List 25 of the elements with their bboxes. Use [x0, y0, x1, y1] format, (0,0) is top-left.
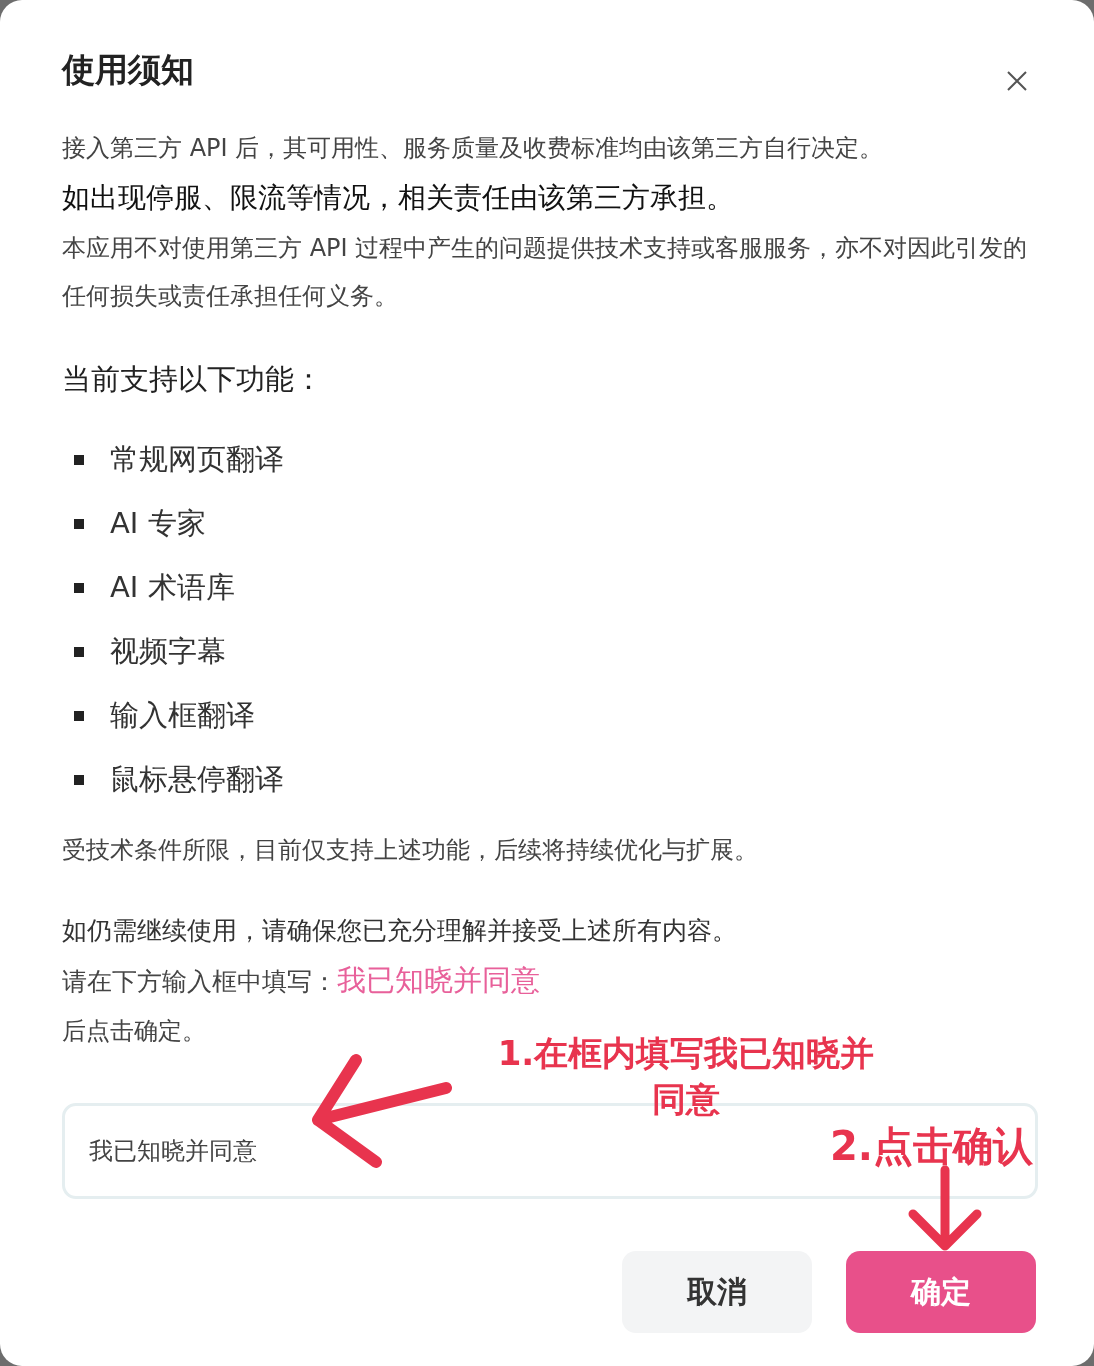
confirm-text: 如仍需继续使用，请确保您已充分理解并接受上述所有内容。: [62, 915, 738, 947]
notice-text: 接入第三方 API 后，其可用性、服务质量及收费标准均由该第三方自行决定。: [62, 133, 885, 164]
required-phrase: 我已知晓并同意: [337, 963, 540, 997]
feature-item: 鼠标悬停翻译: [110, 761, 284, 798]
dialog-title: 使用须知: [62, 48, 194, 91]
bullet-icon: [74, 775, 84, 785]
instruction-label: 请在下方输入框中填写：: [62, 967, 337, 996]
bullet-icon: [74, 519, 84, 529]
note-text: 受技术条件所限，目前仅支持上述功能，后续将持续优化与扩展。: [62, 835, 759, 866]
feature-item: 常规网页翻译: [110, 441, 284, 478]
notice-text: 本应用不对使用第三方 API 过程中产生的问题提供技术支持或客服服务，亦不对因此引发的任何损失或责任承担任何义务。: [62, 233, 1029, 312]
cancel-button[interactable]: 取消: [622, 1251, 812, 1333]
feature-item: AI 专家: [110, 505, 206, 542]
feature-item: AI 术语库: [110, 569, 235, 606]
instruction-text: 后点击确定。: [62, 1016, 207, 1047]
annotation-text: 2.点击确认: [830, 1124, 1034, 1168]
feature-item: 输入框翻译: [110, 697, 255, 734]
bullet-icon: [74, 583, 84, 593]
features-heading: 当前支持以下功能：: [62, 361, 324, 398]
notice-text: 如出现停服、限流等情况，相关责任由该第三方承担。: [62, 180, 735, 216]
bullet-icon: [74, 647, 84, 657]
confirm-button[interactable]: 确定: [846, 1251, 1036, 1333]
bullet-icon: [74, 711, 84, 721]
feature-item: 视频字幕: [110, 633, 226, 670]
bullet-icon: [74, 455, 84, 465]
